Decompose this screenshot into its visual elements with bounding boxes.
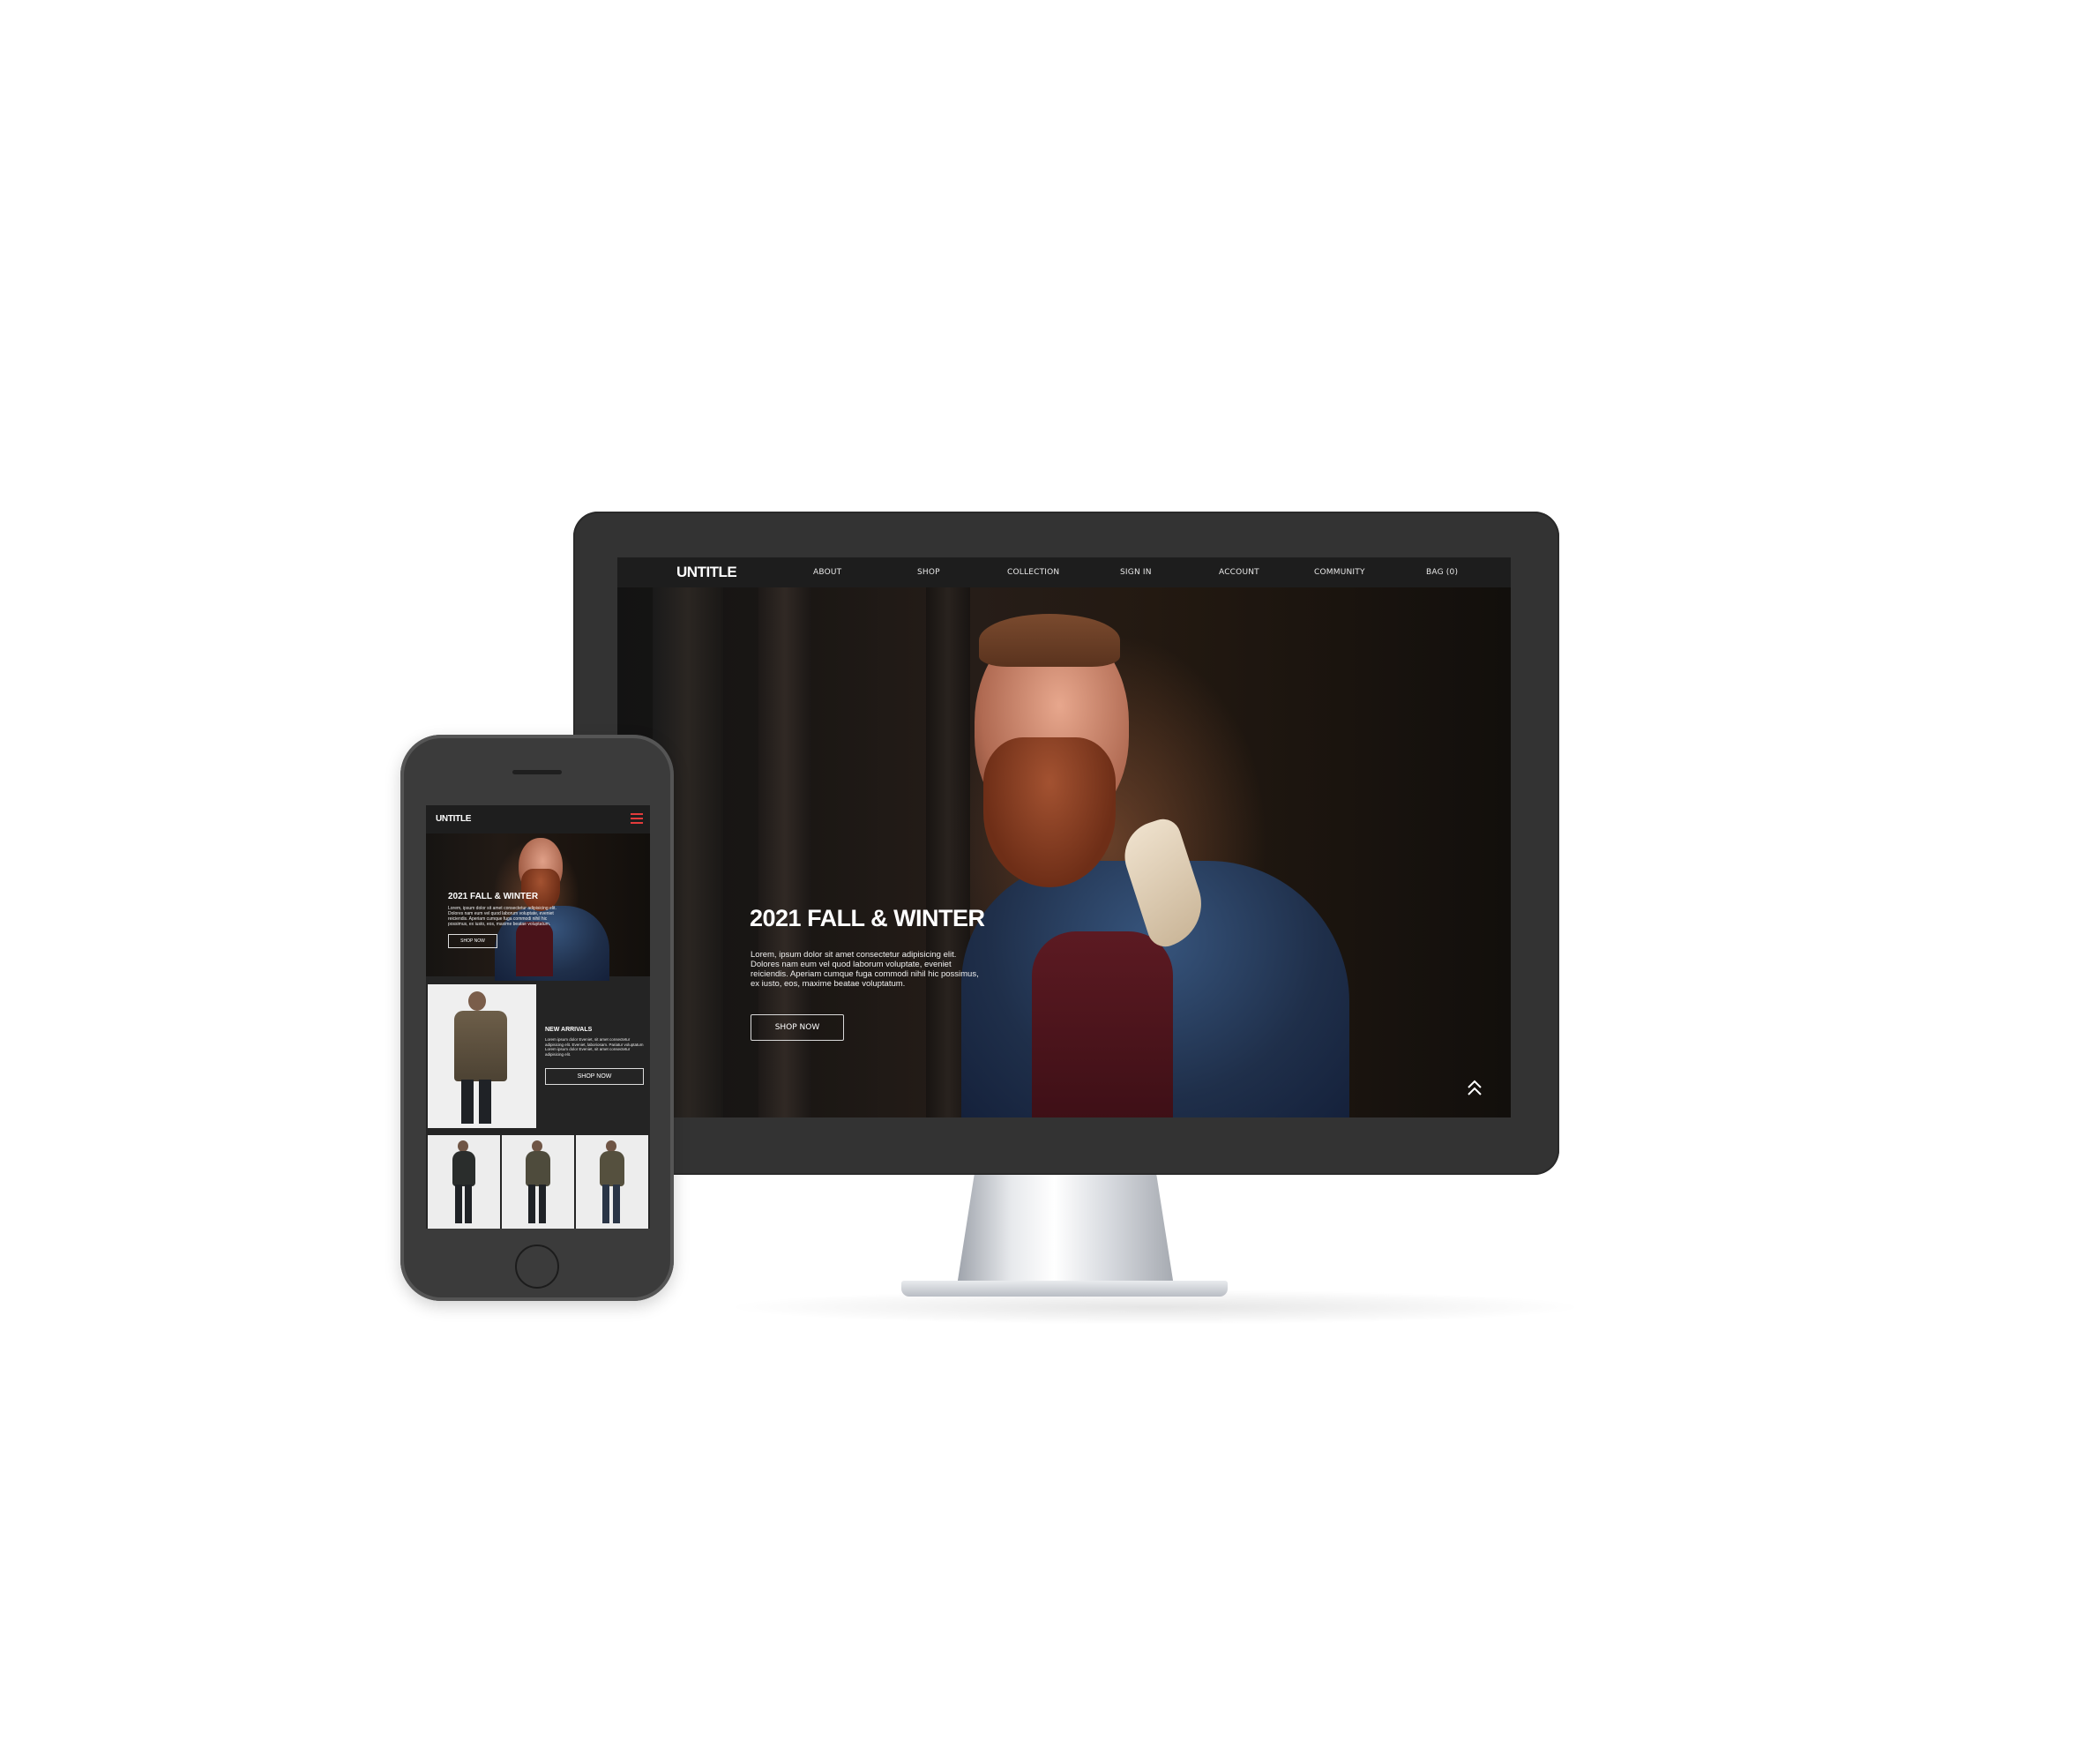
nav-item-collection[interactable]: COLLECTION [1007, 568, 1059, 577]
product-photo-figure [502, 1135, 574, 1229]
figure-leg [479, 1080, 491, 1124]
mobile-hero-description: Lorem, ipsum dolor sit amet consectetur … [448, 906, 556, 927]
hero-photo-sweater [516, 922, 553, 976]
figure-jacket [454, 1011, 507, 1081]
mobile-hero-image: 2021 FALL & WINTER Lorem, ipsum dolor si… [426, 833, 650, 981]
figure-leg [465, 1185, 472, 1223]
figure-head [468, 991, 486, 1011]
figure-leg [461, 1080, 474, 1124]
figure-leg [539, 1185, 546, 1223]
mobile-screen: UNTITLE 2021 FALL & WINTER Lorem, ipsum … [426, 805, 650, 1229]
hero-description: Lorem, ipsum dolor sit amet consectetur … [751, 950, 979, 989]
mobile-site-logo[interactable]: UNTITLE [436, 814, 471, 824]
new-arrivals-image[interactable] [428, 984, 536, 1128]
nav-item-account[interactable]: ACCOUNT [1219, 568, 1259, 577]
monitor-stand-base [901, 1281, 1228, 1297]
hero-title: 2021 FALL & WINTER [750, 905, 985, 931]
product-photo-figure [428, 984, 536, 1128]
desktop-monitor: UNTITLE ABOUT SHOP COLLECTION SIGN IN AC… [573, 512, 1559, 1175]
desktop-navbar: UNTITLE ABOUT SHOP COLLECTION SIGN IN AC… [617, 557, 1511, 588]
mobile-navbar: UNTITLE [426, 805, 650, 833]
hero-photo-hair [979, 614, 1120, 667]
shop-now-button[interactable]: SHOP NOW [751, 1014, 844, 1041]
phone-home-button [515, 1245, 559, 1289]
phone-speaker [512, 770, 562, 774]
scroll-to-top-icon[interactable] [1466, 1078, 1483, 1099]
figure-leg [455, 1185, 462, 1223]
site-logo[interactable]: UNTITLE [676, 564, 737, 581]
double-chevron-up-icon [1468, 1080, 1482, 1095]
figure-leg [528, 1185, 535, 1223]
new-arrivals-title: NEW ARRIVALS [545, 1027, 593, 1033]
product-grid [428, 1135, 648, 1229]
product-photo-figure [428, 1135, 500, 1229]
hero-photo-sweater [1032, 931, 1173, 1117]
hero-photo-beard [521, 869, 560, 911]
figure-jacket [452, 1151, 475, 1186]
mobile-phone: UNTITLE 2021 FALL & WINTER Lorem, ipsum … [400, 735, 674, 1301]
nav-item-bag[interactable]: BAG (0) [1426, 568, 1458, 577]
mobile-hero-title: 2021 FALL & WINTER [448, 892, 539, 901]
product-thumbnail[interactable] [428, 1135, 500, 1229]
figure-jacket [526, 1151, 550, 1186]
figure-leg [613, 1185, 620, 1223]
nav-item-about[interactable]: ABOUT [813, 568, 841, 577]
nav-item-shop[interactable]: SHOP [917, 568, 940, 577]
hamburger-menu-icon[interactable] [631, 813, 643, 824]
monitor-stand [957, 1175, 1174, 1286]
figure-jacket [600, 1151, 624, 1186]
mobile-shop-now-button[interactable]: SHOP NOW [448, 934, 497, 948]
desktop-screen: UNTITLE ABOUT SHOP COLLECTION SIGN IN AC… [617, 557, 1511, 1117]
product-thumbnail[interactable] [576, 1135, 648, 1229]
device-mockup-scene: UNTITLE ABOUT SHOP COLLECTION SIGN IN AC… [0, 0, 2099, 1764]
figure-leg [602, 1185, 609, 1223]
product-photo-figure [576, 1135, 648, 1229]
new-arrivals-shop-now-button[interactable]: SHOP NOW [545, 1068, 644, 1085]
hero-image: 2021 FALL & WINTER Lorem, ipsum dolor si… [617, 587, 1511, 1117]
nav-item-community[interactable]: COMMUNITY [1314, 568, 1365, 577]
nav-item-sign-in[interactable]: SIGN IN [1120, 568, 1152, 577]
product-thumbnail[interactable] [502, 1135, 574, 1229]
hero-photo-beard [983, 737, 1116, 887]
new-arrivals-description: Lorem ipsum dolor Eveniet, sit amet cons… [545, 1037, 644, 1057]
